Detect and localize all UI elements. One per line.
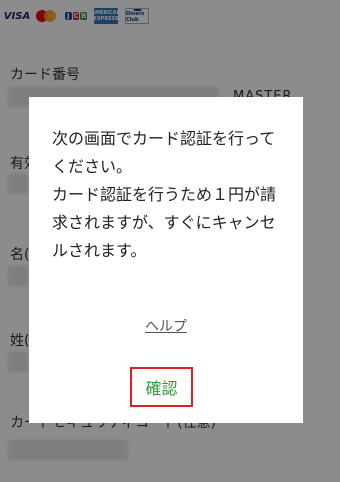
- dialog-message-line: 求されますが、すぐにキャンセ: [52, 213, 276, 232]
- dialog-message-line: ルされます。: [52, 241, 147, 260]
- dialog-message: 次の画面でカード認証を行って ください。 カード認証を行うため１円が請 求されま…: [52, 125, 281, 265]
- help-link[interactable]: ヘルプ: [29, 316, 303, 336]
- dialog-message-line: 次の画面でカード認証を行って: [52, 129, 276, 148]
- dialog-message-line: ください。: [52, 157, 133, 176]
- confirm-button[interactable]: 確認: [130, 367, 193, 407]
- dialog-message-line: カード認証を行うため１円が請: [52, 185, 277, 204]
- card-auth-dialog: 次の画面でカード認証を行って ください。 カード認証を行うため１円が請 求されま…: [29, 97, 303, 423]
